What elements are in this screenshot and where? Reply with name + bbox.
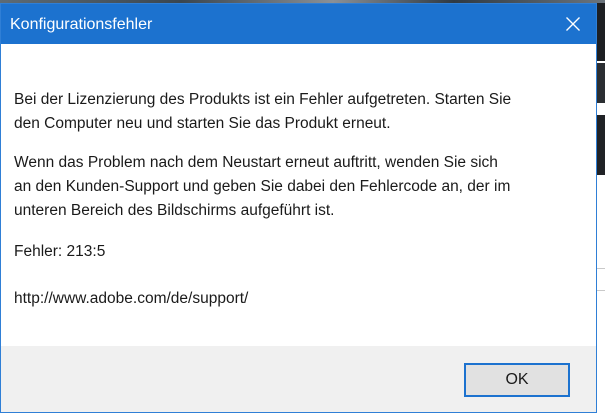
close-button[interactable] <box>550 4 596 44</box>
message-line: Wenn das Problem nach dem Neustart erneu… <box>14 154 498 171</box>
error-code: Fehler: 213:5 <box>14 243 106 260</box>
dialog-footer: OK <box>1 346 596 412</box>
message-paragraph: Bei der Lizenzierung des Produkts ist ei… <box>14 88 574 136</box>
ok-button[interactable]: OK <box>464 363 570 397</box>
background-panel <box>597 115 605 175</box>
dialog-body: Bei der Lizenzierung des Produkts ist ei… <box>1 44 596 346</box>
message-paragraph: Wenn das Problem nach dem Neustart erneu… <box>14 151 574 223</box>
support-url: http://www.adobe.com/de/support/ <box>14 290 249 307</box>
message-line: unteren Bereich des Bildschirms aufgefüh… <box>14 202 335 219</box>
background-divider <box>597 268 605 269</box>
background-panel <box>597 63 605 103</box>
message-line: den Computer neu und starten Sie das Pro… <box>14 115 391 132</box>
message-line: Bei der Lizenzierung des Produkts ist ei… <box>14 91 512 108</box>
dialog-title: Konfigurationsfehler <box>10 16 153 33</box>
dialog-titlebar: Konfigurationsfehler <box>1 4 596 44</box>
close-icon <box>566 17 580 31</box>
screen: Konfigurationsfehler Bei der Lizenzierun… <box>0 0 605 413</box>
background-divider <box>597 290 605 291</box>
background-window-right <box>597 3 605 413</box>
message-line: an den Kunden-Support und geben Sie dabe… <box>14 178 511 195</box>
error-dialog: Konfigurationsfehler Bei der Lizenzierun… <box>0 3 597 413</box>
background-panel <box>597 3 605 61</box>
